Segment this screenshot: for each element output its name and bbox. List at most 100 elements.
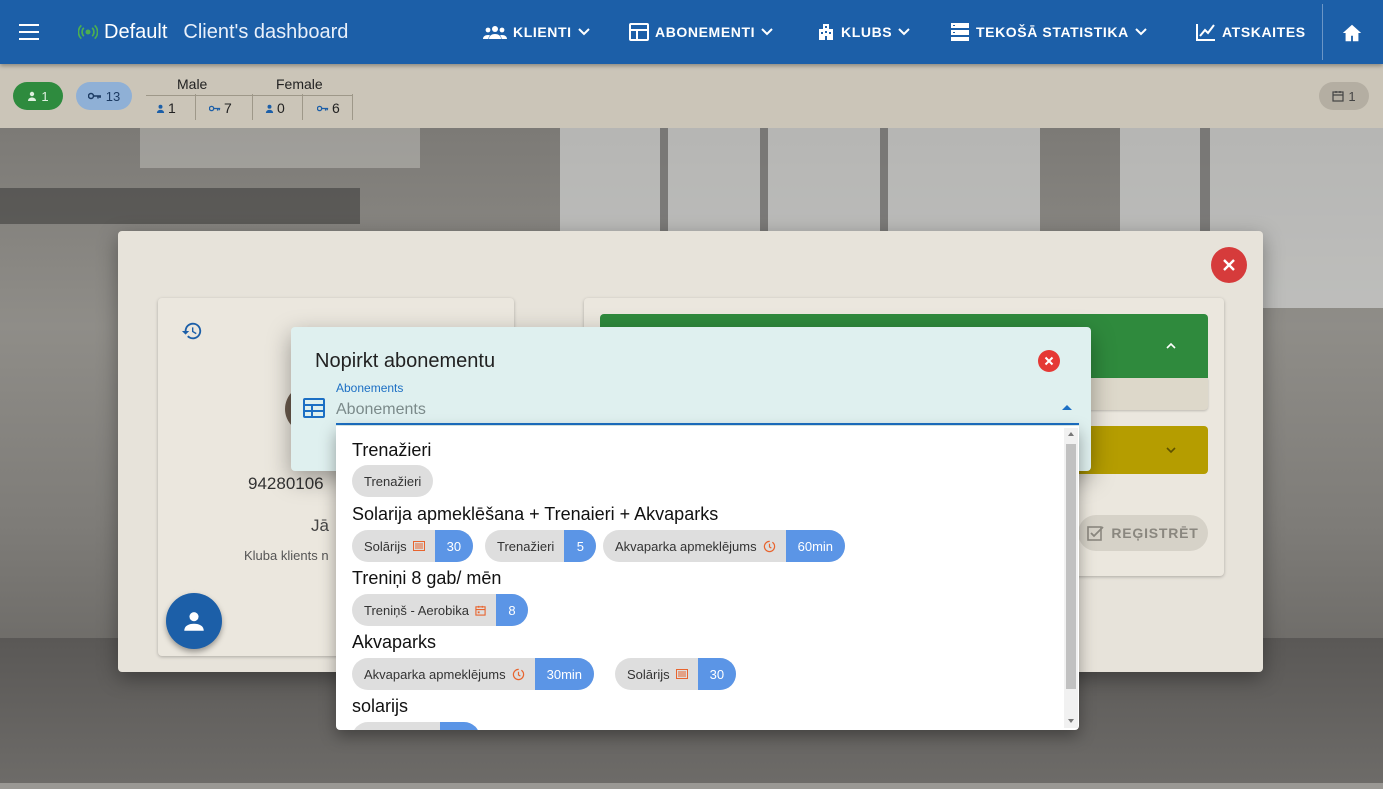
chip-label: Akvaparka apmeklējums <box>364 666 506 682</box>
stats-separator <box>302 94 303 120</box>
register-button[interactable]: REĢISTRĒT <box>1078 515 1208 551</box>
nav-klubs[interactable]: KLUBS <box>817 0 910 64</box>
male-keys-count: 7 <box>224 100 232 116</box>
caret-up-icon[interactable] <box>1062 405 1072 410</box>
option-title[interactable]: solarijs <box>352 696 408 717</box>
close-dialog-button[interactable] <box>1038 350 1060 372</box>
option-chip-clipped[interactable] <box>352 722 480 730</box>
stats-separator <box>252 94 253 120</box>
client-profile-fab[interactable] <box>166 593 222 649</box>
key-icon <box>209 105 221 111</box>
option-chip[interactable]: Akvaparka apmeklējums 30min <box>352 658 595 690</box>
chip-label: Trenažieri <box>364 473 422 489</box>
brand-name: Default <box>104 20 168 43</box>
checkbox-edit-icon <box>1087 526 1104 541</box>
chip-label: Treniņš - Aerobika <box>364 602 470 618</box>
active-keys-count: 13 <box>105 88 121 104</box>
female-clients: 0 <box>265 100 285 116</box>
male-clients-count: 1 <box>168 100 176 116</box>
grid-icon <box>303 398 325 418</box>
client-name: Jā <box>311 516 329 535</box>
solarium-icon <box>412 541 425 551</box>
calendar-icon <box>1332 91 1344 102</box>
chip-label: Akvaparka apmeklējums <box>615 538 757 554</box>
male-keys: 7 <box>209 100 232 116</box>
close-icon <box>1223 259 1235 271</box>
active-keys-badge[interactable]: 13 <box>76 82 132 110</box>
history-icon[interactable] <box>181 320 203 342</box>
dialog-title: Nopirkt abonementu <box>315 350 496 372</box>
nav-label: KLIENTI <box>513 24 572 40</box>
chevron-down-icon <box>898 28 910 36</box>
chevron-down-icon[interactable] <box>1165 444 1177 456</box>
brand[interactable]: Default Client's dashboard <box>78 0 348 64</box>
nav-abonementi[interactable]: ABONEMENTI <box>629 0 773 64</box>
chip-count: 8 <box>496 594 529 626</box>
female-clients-count: 0 <box>277 100 285 116</box>
stats-separator <box>195 94 196 120</box>
building-icon <box>819 24 833 40</box>
option-chip[interactable]: Trenažieri <box>352 465 434 497</box>
menu-icon[interactable] <box>19 24 39 40</box>
person-icon <box>184 612 204 631</box>
person-icon <box>28 91 37 101</box>
option-chip[interactable]: Treniņš - Aerobika 8 <box>352 594 529 626</box>
option-chip[interactable]: Trenažieri 5 <box>485 530 597 562</box>
scroll-down-arrow[interactable] <box>1068 719 1074 723</box>
close-client-dialog-button[interactable] <box>1211 247 1247 283</box>
stats-separator <box>352 94 353 120</box>
client-id: 94280106 <box>248 474 324 493</box>
clock-icon <box>763 540 775 552</box>
chip-label: Solārijs <box>627 666 670 682</box>
grid-icon <box>629 23 649 41</box>
chevron-up-icon[interactable] <box>1165 340 1177 352</box>
chevron-down-icon <box>1135 28 1147 36</box>
stats-divider-line <box>146 95 352 96</box>
option-chip[interactable]: Akvaparka apmeklējums 60min <box>603 530 846 562</box>
option-title[interactable]: Solarija apmeklēšana + Trenaieri + Akvap… <box>352 504 718 525</box>
chip-label: Solārijs <box>364 538 407 554</box>
client-type: Kluba klients n <box>244 548 329 563</box>
option-title[interactable]: Akvaparks <box>352 632 436 653</box>
subscription-select[interactable] <box>336 397 1076 423</box>
male-clients: 1 <box>156 100 176 116</box>
person-icon <box>265 104 274 113</box>
footer-strip <box>0 783 1383 789</box>
female-label: Female <box>276 76 323 92</box>
nav-tekosa-statistika[interactable]: TEKOŠĀ STATISTIKA <box>950 0 1147 64</box>
nav-divider <box>1322 4 1323 60</box>
chip-count: 30 <box>434 530 474 562</box>
subscription-field-label: Abonements <box>336 381 404 395</box>
option-title[interactable]: Treniņi 8 gab/ mēn <box>352 568 501 589</box>
stats-strip <box>0 64 1383 128</box>
calendar-badge[interactable]: 1 <box>1319 82 1369 110</box>
calendar-count: 1 <box>1348 88 1356 104</box>
active-clients-badge[interactable]: 1 <box>13 82 63 110</box>
field-underline <box>336 423 1079 425</box>
solarium-icon <box>675 669 688 679</box>
scroll-up-arrow[interactable] <box>1068 432 1074 436</box>
nav-atskaites[interactable]: ATSKAITES <box>1196 0 1306 64</box>
chevron-down-icon <box>577 28 590 36</box>
option-title[interactable]: Trenažieri <box>352 440 431 461</box>
female-keys: 6 <box>317 100 340 116</box>
nav-label: ATSKAITES <box>1222 24 1306 40</box>
server-icon <box>951 23 969 41</box>
page-title: Client's dashboard <box>183 20 349 43</box>
chevron-down-icon <box>761 28 773 36</box>
chip-count: 30 <box>697 658 737 690</box>
clock-icon <box>512 668 524 680</box>
chart-icon <box>1196 24 1215 41</box>
option-chip[interactable]: Solārijs 30 <box>352 530 474 562</box>
option-chip[interactable]: Solārijs 30 <box>615 658 737 690</box>
nav-label: ABONEMENTI <box>655 24 756 40</box>
home-icon[interactable] <box>1341 22 1363 44</box>
users-icon <box>483 26 507 39</box>
nav-klienti[interactable]: KLIENTI <box>483 0 590 64</box>
scrollbar-thumb[interactable] <box>1066 444 1076 689</box>
nav-label: KLUBS <box>841 24 893 40</box>
female-keys-count: 6 <box>332 100 340 116</box>
active-clients-count: 1 <box>41 88 49 104</box>
person-icon <box>156 104 165 113</box>
key-icon <box>87 92 101 100</box>
